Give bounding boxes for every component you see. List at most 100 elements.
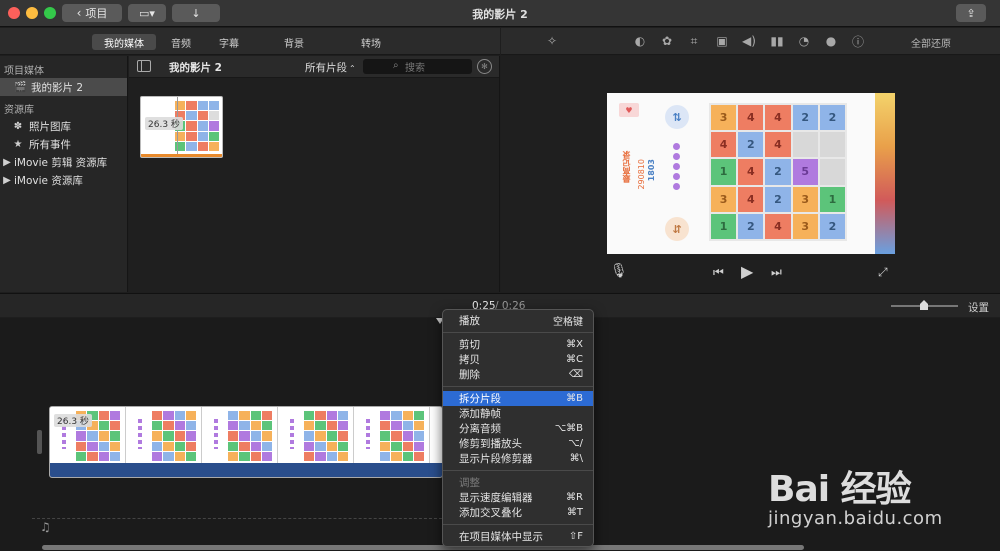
menu-item[interactable]: 添加静帧 [443,406,593,421]
board-tile: 4 [711,132,737,158]
menu-item[interactable]: 分离音频 ⌥⌘B [443,421,593,436]
filter-icon[interactable]: ● [823,33,839,49]
frame-side-dots [366,419,370,449]
menu-item-label: 显示速度编辑器 [459,492,533,504]
track-handle[interactable] [37,430,42,454]
menu-separator [443,470,593,471]
board-tile: 3 [792,186,818,212]
search-icon: ⌕ [393,60,399,71]
menu-item-shortcut: ⌘X [566,339,583,350]
tab-transitions[interactable]: 转场 [354,34,388,50]
sidebar-item-photos[interactable]: ✽ 照片图库 [0,117,127,135]
speed-icon[interactable]: ◔ [796,33,812,49]
menu-item[interactable]: 添加交叉叠化 ⌘T [443,505,593,520]
board-tile: 4 [765,132,791,158]
menu-item[interactable]: 修剪到播放头 ⌥/ [443,436,593,451]
sidebar-item-imovie-library[interactable]: ▶ iMovie 资源库 [0,171,127,189]
heart-icon: ♥ [619,103,639,117]
board-tile: 2 [738,132,764,158]
menu-item-label: 剪切 [459,339,480,351]
board-tile: 2 [819,105,845,131]
fullscreen-icon[interactable]: ⤢ [878,265,888,280]
skip-back-icon[interactable]: ⏮ [713,265,724,280]
browser-header: 我的影片 2 所有片段 ⌃ ⌕ 搜索 ✻ [129,56,499,78]
chevron-updown-icon: ⌃ [349,64,356,73]
microphone-icon[interactable]: 🎙 [610,263,628,279]
tab-my-media[interactable]: 我的媒体 [92,34,156,50]
clip-filter-dropdown[interactable]: 所有片段 ⌃ [305,60,356,75]
color-balance-icon[interactable]: ◐ [632,33,648,49]
title-bar: ‹ 项目 ▭▾ ↓ 我的影片 2 ⇪ [0,0,1000,27]
board-tile: 1 [819,186,845,212]
menu-item[interactable]: 在项目媒体中显示 ⇧F [443,529,593,544]
menu-item-shortcut: ⌫ [568,369,583,380]
timeline-scrollbar[interactable] [42,545,804,550]
share-icon: ⇪ [966,6,976,20]
video-frame[interactable]: ♥ 最高记录 290810 1803 ⇅ ⇵ 34422424142534231… [607,93,895,254]
menu-item[interactable]: 播放 空格键 [443,313,593,328]
window-title: 我的影片 2 [472,8,528,21]
equalizer-icon[interactable]: ▮▮ [769,33,785,49]
menu-item-shortcut: ⌘B [566,393,583,404]
browser-clip-thumbnail[interactable]: 26.3 秒 [140,96,223,158]
menu-item-shortcut: ⇧F [568,531,583,542]
menu-item-shortcut: ⌘C [566,354,583,365]
menu-item[interactable]: 剪切 ⌘X [443,337,593,352]
menu-item[interactable]: 删除 ⌫ [443,367,593,382]
progress-dots [673,143,681,190]
menu-item: 调整 [443,475,593,490]
play-icon[interactable]: ▶ [741,262,753,281]
skip-forward-icon[interactable]: ⏭ [771,265,782,280]
board-tile: 5 [792,159,818,185]
tab-titles[interactable]: 字幕 [212,34,246,50]
disclosure-triangle-icon[interactable]: ▶ [3,175,11,186]
search-input[interactable]: ⌕ 搜索 [363,59,472,74]
menu-item-shortcut: 空格键 [553,317,583,328]
menu-item-label: 添加交叉叠化 [459,507,522,519]
disclosure-triangle-icon[interactable]: ▶ [3,157,11,168]
frame-board-image [152,411,196,461]
menu-item[interactable]: 显示片段修剪器 ⌘\ [443,451,593,466]
menu-item-label: 显示片段修剪器 [459,453,533,465]
board-tile [819,132,845,158]
board-tile: 4 [765,213,791,239]
tab-audio[interactable]: 音频 [164,34,198,50]
menu-item[interactable]: 拆分片段 ⌘B [443,391,593,406]
gear-icon[interactable]: ✻ [477,59,492,74]
menu-item[interactable]: 拷贝 ⌘C [443,352,593,367]
sidebar-item-project[interactable]: 🎬 我的影片 2 [0,78,127,96]
menu-item-shortcut: ⌘\ [569,453,583,464]
menu-item[interactable]: 显示速度编辑器 ⌘R [443,490,593,505]
volume-icon[interactable]: ◀) [741,33,757,49]
sidebar-item-label: iMovie 剪辑 资源库 [14,156,108,169]
menu-item-label: 添加静帧 [459,408,501,420]
timeline-clip[interactable]: 26.3 秒 [49,406,443,478]
magic-wand-icon[interactable]: ✧ [544,33,560,49]
board-tile: 4 [738,186,764,212]
sidebar-toggle-icon[interactable] [137,60,151,72]
background-music-lane[interactable] [32,518,442,538]
menu-item-shortcut: ⌥/ [568,438,583,449]
reset-all-button[interactable]: 全部还原 [911,35,951,50]
sidebar-item-all-events[interactable]: ★ 所有事件 [0,135,127,153]
record-label: 最高记录 [622,151,631,183]
frame-side-dots [138,419,142,449]
tab-backgrounds[interactable]: 背景 [277,34,311,50]
sidebar-item-label: 照片图库 [29,120,71,133]
sidebar-item-imovie-clips-library[interactable]: ▶ iMovie 剪辑 资源库 [0,153,127,171]
rotate-icon: ⇅ [665,105,689,129]
clip-audio-waveform[interactable] [50,463,442,477]
menu-item-label: 拆分片段 [459,393,501,405]
crop-icon[interactable]: ⌗ [686,33,702,49]
board-tile: 2 [765,159,791,185]
zoom-slider-knob[interactable] [920,300,928,310]
media-browser: 我的影片 2 所有片段 ⌃ ⌕ 搜索 ✻ 26.3 秒 [129,56,500,292]
share-button[interactable]: ⇪ [956,4,986,22]
settings-button[interactable]: 设置 [968,300,989,315]
stabilization-icon[interactable]: ▣ [714,33,730,49]
viewer: ♥ 最高记录 290810 1803 ⇅ ⇵ 34422424142534231… [501,56,1000,292]
menu-item-label: 修剪到播放头 [459,438,522,450]
color-correction-icon[interactable]: ✿ [659,33,675,49]
info-icon[interactable]: ⓘ [850,33,866,49]
clip-frame [354,407,430,465]
